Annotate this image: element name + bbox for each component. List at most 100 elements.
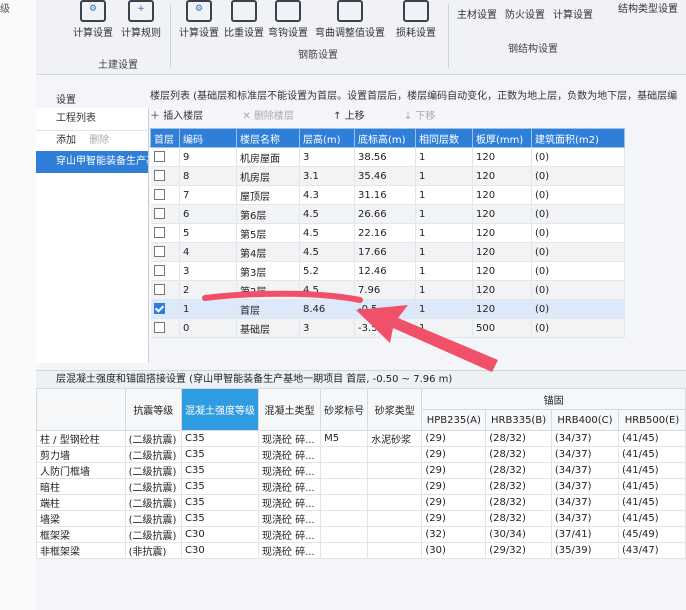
add-project-button[interactable]: 添加 (56, 135, 76, 146)
concrete-type[interactable]: 现浇砼 碎... (258, 494, 322, 511)
mortar-type[interactable] (367, 478, 423, 495)
floor-bottom-elev[interactable]: 22.16 (354, 223, 416, 243)
mortar-type[interactable] (367, 542, 423, 559)
anchor-hrb400[interactable]: (34/37) (550, 510, 619, 527)
mortar-type[interactable] (367, 446, 423, 463)
anchor-hrb500[interactable]: (41/45) (617, 430, 686, 447)
mortar-grade[interactable] (320, 446, 369, 463)
concrete-grade[interactable]: C35 (181, 430, 260, 447)
floor-height[interactable]: 4.5 (299, 204, 355, 224)
floor-slab[interactable]: 120 (472, 299, 532, 319)
anchor-hrb400[interactable]: (37/41) (550, 526, 619, 543)
floor-bottom-elev[interactable]: -3.5 (354, 318, 416, 338)
floor-code[interactable]: 2 (179, 280, 237, 300)
hook-settings-button[interactable]: 弯钩设置 (266, 0, 310, 39)
floor-code[interactable]: 5 (179, 223, 237, 243)
floor-area[interactable]: (0) (531, 299, 625, 319)
insert-floor-button[interactable]: ＋ 插入楼层 (150, 111, 221, 122)
fire-settings-button[interactable]: 防火设置 (502, 6, 548, 21)
first-floor-checkbox[interactable] (153, 303, 165, 315)
floor-row[interactable]: 7 屋顶层 4.3 31.16 1 120 (0) (150, 185, 625, 205)
anchor-hrb335[interactable]: (28/32) (485, 430, 552, 447)
floor-name[interactable]: 机房屋面 (236, 147, 300, 167)
checkbox[interactable] (150, 223, 180, 243)
floor-row[interactable]: 4 第4层 4.5 17.66 1 120 (0) (150, 242, 625, 262)
first-floor-checkbox[interactable] (153, 208, 165, 220)
loss-settings-button[interactable]: 损耗设置 (392, 0, 440, 39)
main-material-button[interactable]: 主材设置 (454, 6, 500, 21)
floor-bottom-elev[interactable]: 31.16 (354, 185, 416, 205)
concrete-grade[interactable]: C30 (181, 526, 260, 543)
anchor-hrb400[interactable]: (34/37) (550, 478, 619, 495)
floor-area[interactable]: (0) (531, 318, 625, 338)
steel-calc-settings-button[interactable]: 计算设置 (550, 6, 596, 21)
move-up-button[interactable]: ↑ 上移 (333, 111, 383, 122)
mortar-type[interactable] (367, 526, 423, 543)
concrete-row[interactable]: 端柱 (二级抗震) C35 现浇砼 碎... (29) (28/32) (34/37) (41… (36, 494, 686, 511)
seismic-grade[interactable]: (二级抗震) (124, 462, 183, 479)
floor-slab[interactable]: 120 (472, 147, 532, 167)
concrete-type[interactable]: 现浇砼 碎... (258, 446, 322, 463)
floor-bottom-elev[interactable]: 26.66 (354, 204, 416, 224)
seismic-grade[interactable]: (二级抗震) (124, 430, 183, 447)
floor-height[interactable]: 3 (299, 318, 355, 338)
floor-area[interactable]: (0) (531, 261, 625, 281)
floor-bottom-elev[interactable]: -0.5 (354, 299, 416, 319)
floor-height[interactable]: 4.5 (299, 242, 355, 262)
anchor-hpb235[interactable]: (29) (421, 446, 487, 463)
mortar-grade[interactable] (320, 510, 369, 527)
floor-name[interactable]: 屋顶层 (236, 185, 300, 205)
anchor-hrb500[interactable]: (43/47) (617, 542, 686, 559)
floor-code[interactable]: 1 (179, 299, 237, 319)
anchor-hrb500[interactable]: (41/45) (617, 510, 686, 527)
anchor-hpb235[interactable]: (29) (421, 510, 487, 527)
mortar-grade[interactable] (320, 542, 369, 559)
seismic-grade[interactable]: (二级抗震) (124, 446, 183, 463)
mortar-type[interactable] (367, 462, 423, 479)
anchor-hrb400[interactable]: (35/39) (550, 542, 619, 559)
seismic-grade[interactable]: (二级抗震) (124, 510, 183, 527)
checkbox[interactable] (150, 299, 180, 319)
concrete-type[interactable]: 现浇砼 碎... (258, 526, 322, 543)
move-down-button[interactable]: ↓ 下移 (404, 111, 454, 122)
floor-slab[interactable]: 120 (472, 223, 532, 243)
floor-row[interactable]: 6 第6层 4.5 26.66 1 120 (0) (150, 204, 625, 224)
floor-name[interactable]: 第6层 (236, 204, 300, 224)
floor-row[interactable]: 2 第2层 4.5 7.96 1 120 (0) (150, 280, 625, 300)
checkbox[interactable] (150, 280, 180, 300)
floor-area[interactable]: (0) (531, 147, 625, 167)
floor-code[interactable]: 3 (179, 261, 237, 281)
floor-name[interactable]: 机房层 (236, 166, 300, 186)
checkbox[interactable] (150, 318, 180, 338)
floor-same-count[interactable]: 1 (415, 299, 473, 319)
floor-row[interactable]: 3 第3层 5.2 12.46 1 120 (0) (150, 261, 625, 281)
mortar-grade[interactable] (320, 526, 369, 543)
floor-code[interactable]: 0 (179, 318, 237, 338)
first-floor-checkbox[interactable] (153, 322, 165, 334)
anchor-hrb335[interactable]: (29/32) (485, 542, 552, 559)
floor-slab[interactable]: 120 (472, 242, 532, 262)
anchor-hrb335[interactable]: (28/32) (485, 510, 552, 527)
anchor-hpb235[interactable]: (29) (421, 478, 487, 495)
floor-bottom-elev[interactable]: 17.66 (354, 242, 416, 262)
concrete-row[interactable]: 暗柱 (二级抗震) C35 现浇砼 碎... (29) (28/32) (34/37) (41… (36, 478, 686, 495)
floor-code[interactable]: 4 (179, 242, 237, 262)
delete-project-button[interactable]: 删除 (89, 135, 109, 146)
checkbox[interactable] (150, 242, 180, 262)
floor-height[interactable]: 3.1 (299, 166, 355, 186)
anchor-hpb235[interactable]: (29) (421, 494, 487, 511)
mortar-grade[interactable]: M5 (320, 430, 369, 447)
checkbox[interactable] (150, 185, 180, 205)
project-list-item-selected[interactable]: 穿山甲智能装备生产基 (36, 151, 148, 173)
anchor-hrb400[interactable]: (34/37) (550, 494, 619, 511)
anchor-hrb500[interactable]: (45/49) (617, 526, 686, 543)
floor-area[interactable]: (0) (531, 223, 625, 243)
floor-height[interactable]: 8.46 (299, 299, 355, 319)
bend-adjust-button[interactable]: 弯曲调整值设置 (310, 0, 390, 39)
floor-slab[interactable]: 120 (472, 185, 532, 205)
floor-name[interactable]: 第4层 (236, 242, 300, 262)
concrete-grade[interactable]: C35 (181, 510, 260, 527)
floor-height[interactable]: 3 (299, 147, 355, 167)
floor-area[interactable]: (0) (531, 185, 625, 205)
floor-row[interactable]: 5 第5层 4.5 22.16 1 120 (0) (150, 223, 625, 243)
